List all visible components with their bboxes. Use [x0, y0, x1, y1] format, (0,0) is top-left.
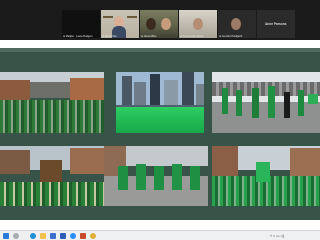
- participant-tile[interactable]: ⊕ Teresa Kelly Monk: [179, 10, 217, 38]
- photo-parade-float: [0, 146, 104, 206]
- participant-name: ⊕ Nicole Mar: [102, 35, 117, 38]
- search-icon[interactable]: [13, 233, 19, 239]
- system-tray[interactable]: ˄ ⌂ ▭ ◁): [270, 233, 284, 239]
- participant-name: Anne Parsons: [265, 22, 287, 26]
- bookshelf: [127, 16, 137, 18]
- powerpoint-icon[interactable]: [80, 233, 86, 239]
- edge-icon[interactable]: [30, 233, 36, 239]
- participant-name: ⊕ Marijke · Laura Rodgers: [63, 35, 93, 38]
- photo-parade-crowd: [0, 72, 104, 133]
- mail-icon[interactable]: [60, 233, 66, 239]
- participant-face: [193, 18, 203, 30]
- chrome-icon[interactable]: [90, 233, 96, 239]
- windows-icon[interactable]: [3, 233, 9, 239]
- photo-marching-band: [212, 72, 320, 133]
- participant-name: ⊕ Jennifer Holdgarth: [219, 35, 243, 38]
- participant-tile[interactable]: ⊕ Janet Miller: [140, 10, 178, 38]
- participant-tile[interactable]: Anne Parsons: [257, 10, 295, 38]
- participant-face: [231, 18, 241, 30]
- bookshelf: [103, 16, 113, 18]
- photo-green-river: [116, 72, 204, 133]
- participant-name: ⊕ Janet Miller: [141, 35, 157, 38]
- screen: ⊕ Marijke · Laura Rodgers ⊕ Nicole Mar ⊕…: [0, 0, 320, 240]
- participant-tile[interactable]: ⊕ Jennifer Holdgarth: [218, 10, 256, 38]
- presentation-slide: [0, 48, 320, 220]
- participant-name: ⊕ Teresa Kelly Monk: [180, 35, 204, 38]
- photo-dancers: [104, 146, 208, 206]
- store-icon[interactable]: [50, 233, 56, 239]
- taskbar: ˄ ⌂ ▭ ◁): [0, 230, 320, 240]
- participant-tile[interactable]: ⊕ Nicole Mar: [101, 10, 139, 38]
- participant-gallery: ⊕ Marijke · Laura Rodgers ⊕ Nicole Mar ⊕…: [62, 10, 295, 38]
- video-call-bar: ⊕ Marijke · Laura Rodgers ⊕ Nicole Mar ⊕…: [0, 0, 320, 40]
- photo-crowd-street: [212, 146, 320, 206]
- participant-face: [161, 18, 171, 30]
- participant-tile[interactable]: ⊕ Marijke · Laura Rodgers: [62, 10, 100, 38]
- participant-face: [146, 18, 156, 30]
- zoom-icon[interactable]: [70, 233, 76, 239]
- folder-icon[interactable]: [40, 233, 46, 239]
